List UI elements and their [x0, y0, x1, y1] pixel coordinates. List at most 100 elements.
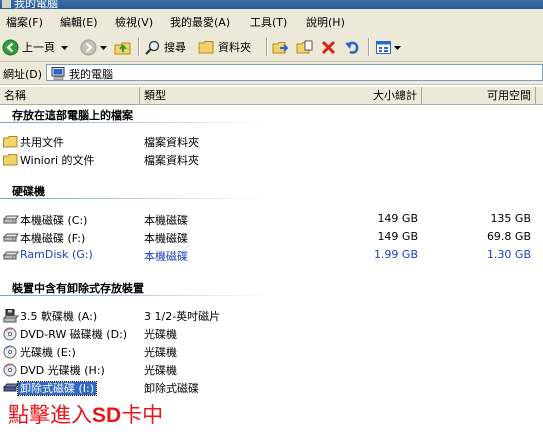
item-name: 卸除式磁碟 (I:) — [16, 381, 98, 396]
list-item[interactable]: Winiori 的文件 檔案資料夾 — [0, 151, 543, 168]
toolbar-separator — [138, 38, 140, 56]
item-type: 本機磁碟 — [144, 250, 188, 263]
move-to-button[interactable] — [272, 37, 290, 57]
menu-favorites[interactable]: 我的最愛(A) — [170, 14, 230, 30]
list-item[interactable]: 3.5 軟碟機 (A:) 3 1/2-英吋磁片 — [0, 307, 543, 324]
search-icon — [145, 40, 160, 55]
group-title-files: 存放在這部電腦上的檔案 — [12, 109, 133, 122]
toolbar-separator — [368, 38, 370, 56]
window-title: 我的電腦 — [14, 0, 58, 9]
list-item[interactable]: DVD 光碟機 (H:) 光碟機 — [0, 361, 543, 378]
move-to-icon — [272, 41, 289, 53]
item-type: 本機磁碟 — [144, 232, 188, 245]
item-name: DVD-RW 磁碟機 (D:) — [20, 328, 128, 341]
list-item[interactable]: 共用文件 檔案資料夾 — [0, 133, 543, 150]
dvd-drive-icon — [3, 363, 17, 377]
item-type: 光碟機 — [144, 328, 177, 341]
folders-label: 資料夾 — [218, 41, 251, 54]
search-label: 搜尋 — [164, 41, 186, 54]
list-item-selected[interactable]: 卸除式磁碟 (I:) 卸除式磁碟 — [0, 379, 543, 396]
cd-drive-icon — [3, 345, 17, 359]
annotation-suffix: 卡中 — [121, 403, 164, 427]
chevron-down-icon — [394, 45, 401, 50]
copy-to-button[interactable] — [296, 37, 314, 57]
item-type: 光碟機 — [144, 364, 177, 377]
item-total-size: 149 GB — [377, 212, 418, 225]
forward-arrow-icon — [80, 39, 97, 55]
folder-icon — [3, 136, 18, 148]
item-name: 本機磁碟 (C:) — [20, 214, 88, 227]
back-button[interactable]: 上一頁 — [2, 37, 68, 57]
address-value: 我的電腦 — [69, 68, 113, 81]
views-icon — [376, 40, 391, 54]
item-name: 光碟機 (E:) — [20, 346, 76, 359]
forward-button[interactable] — [80, 37, 107, 57]
menu-file[interactable]: 檔案(F) — [6, 14, 43, 30]
column-free-space[interactable]: 可用空間 — [422, 87, 536, 104]
item-type: 檔案資料夾 — [144, 154, 199, 167]
item-name: RamDisk (G:) — [20, 248, 93, 261]
list-item[interactable]: 本機磁碟 (F:) 本機磁碟 149 GB 69.8 GB — [0, 229, 543, 246]
item-name: DVD 光碟機 (H:) — [20, 364, 105, 377]
list-item[interactable]: 光碟機 (E:) 光碟機 — [0, 343, 543, 360]
column-total-size[interactable]: 大小總計 — [322, 87, 422, 104]
hard-drive-icon — [3, 233, 19, 242]
group-divider — [0, 295, 270, 296]
toolbar-separator — [266, 38, 268, 56]
back-arrow-icon — [2, 39, 19, 55]
item-type: 卸除式磁碟 — [144, 382, 199, 395]
dvd-drive-icon — [3, 327, 17, 341]
hard-drive-icon — [3, 251, 19, 260]
undo-icon — [345, 41, 359, 54]
item-total-size: 1.99 GB — [373, 248, 418, 261]
list-item[interactable]: DVD-RW 磁碟機 (D:) 光碟機 — [0, 325, 543, 342]
list-item[interactable]: RamDisk (G:) 本機磁碟 1.99 GB 1.30 GB — [0, 247, 543, 264]
search-button[interactable]: 搜尋 — [144, 37, 186, 57]
delete-button[interactable] — [320, 37, 337, 57]
up-folder-icon — [114, 42, 131, 54]
item-name: 本機磁碟 (F:) — [20, 232, 86, 245]
menu-edit[interactable]: 編輯(E) — [60, 14, 98, 30]
item-total-size: 149 GB — [377, 230, 418, 243]
menu-bar: 檔案(F) 編輯(E) 檢視(V) 我的最愛(A) 工具(T) 說明(H) — [0, 9, 543, 34]
window-titlebar: 我的電腦 — [0, 0, 543, 9]
item-name: 共用文件 — [20, 136, 64, 149]
item-type: 本機磁碟 — [144, 214, 188, 227]
item-name: 3.5 軟碟機 (A:) — [20, 310, 98, 323]
address-bar: 網址(D) 我的電腦 — [0, 62, 543, 85]
address-label: 網址(D) — [3, 68, 43, 81]
item-free-space: 69.8 GB — [486, 230, 531, 243]
item-type: 光碟機 — [144, 346, 177, 359]
group-title-removable: 裝置中含有卸除式存放裝置 — [12, 282, 144, 295]
address-input[interactable]: 我的電腦 — [46, 64, 543, 81]
folders-button[interactable]: 資料夾 — [198, 37, 251, 57]
list-item[interactable]: 本機磁碟 (C:) 本機磁碟 149 GB 135 GB — [0, 211, 543, 228]
column-name[interactable]: 名稱 — [0, 87, 140, 104]
toolbar: 上一頁 搜尋 資料夾 — [0, 33, 543, 62]
my-computer-icon — [51, 67, 65, 80]
menu-tools[interactable]: 工具(T) — [250, 14, 287, 30]
undo-button[interactable] — [344, 37, 361, 57]
group-divider — [0, 122, 270, 123]
item-free-space: 135 GB — [490, 212, 531, 225]
annotation-prefix: 點擊進入 — [8, 403, 92, 427]
column-header: 名稱 類型 大小總計 可用空間 — [0, 87, 543, 105]
instruction-annotation: 點擊進入SD卡中 — [8, 399, 163, 429]
copy-to-icon — [296, 40, 313, 53]
item-name: Winiori 的文件 — [20, 154, 95, 167]
group-title-hdd: 硬碟機 — [12, 185, 45, 198]
item-type: 檔案資料夾 — [144, 136, 199, 149]
my-computer-icon — [2, 0, 11, 8]
views-button[interactable] — [375, 37, 401, 57]
item-free-space: 1.30 GB — [486, 248, 531, 261]
back-label: 上一頁 — [22, 41, 55, 54]
hard-drive-icon — [3, 215, 19, 224]
removable-disk-icon — [3, 383, 19, 392]
chevron-down-icon — [61, 45, 68, 50]
menu-help[interactable]: 說明(H) — [306, 14, 345, 30]
folder-icon — [198, 40, 214, 53]
item-type: 3 1/2-英吋磁片 — [144, 310, 221, 323]
menu-view[interactable]: 檢視(V) — [115, 14, 153, 30]
up-folder-button[interactable] — [114, 37, 132, 57]
annotation-bold: SD — [92, 404, 122, 427]
